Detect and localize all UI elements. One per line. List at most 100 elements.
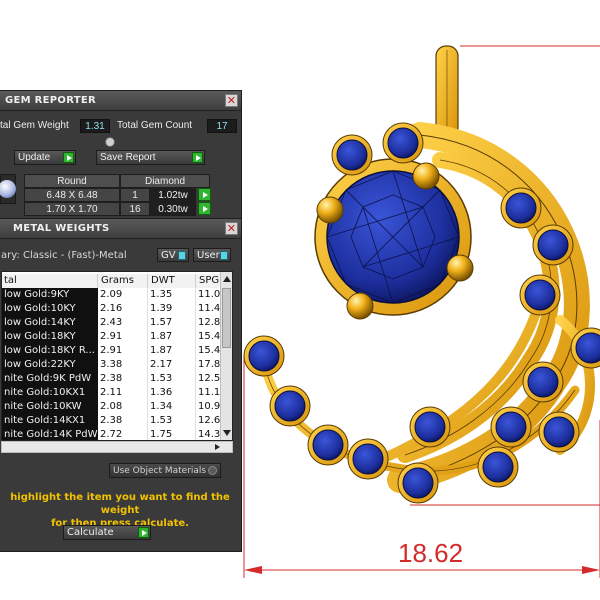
metal-row[interactable]: nite Gold:14KX12.381.5312.61 [2,414,222,428]
close-icon[interactable]: ✕ [225,94,238,107]
metal-cell-name: nite Gold:14K PdW [2,428,98,440]
metal-cell-grams: 2.91 [98,330,148,344]
instruction-line-1: highlight the item you want to find the … [10,492,230,516]
play-icon [192,152,203,163]
col-spg[interactable]: SPG [196,274,222,288]
metal-cell-grams: 2.72 [98,428,148,440]
metal-list[interactable]: tal Grams DWT SPG low Gold:9KY 2.09 1.35 11… [1,271,233,441]
metal-cell-dwt: 1.75 [148,428,196,440]
use-object-materials-label: Use Object Materials [113,465,207,476]
metal-cell-name: nite Gold:14KX1 [2,414,98,428]
metal-cell-grams: 2.91 [98,344,148,358]
total-gem-weight-value: 1.31 [80,119,110,133]
metal-cell-grams: 2.16 [98,302,148,316]
gem-row-count[interactable]: 16 [120,202,150,216]
metal-cell-dwt: 1.39 [148,302,196,316]
gem-col-type: Diamond [120,174,210,188]
metal-cell-spg: 12.61 [196,414,222,428]
gem-reporter-titlebar[interactable]: GEM REPORTER ✕ [0,91,241,111]
width-dimension-label: 18.62 [398,538,464,568]
metal-cell-name: low Gold:18KY [2,330,98,344]
horizontal-scrollbar[interactable] [1,441,233,453]
radio-icon [208,466,217,475]
save-report-button-label: Save Report [100,152,156,163]
center-gem-setting [314,158,474,320]
gv-toggle[interactable]: GV [157,248,189,262]
toggle-indicator-icon [220,251,228,260]
metal-cell-name: low Gold:9KY [2,288,98,302]
metal-cell-grams: 2.09 [98,288,148,302]
metal-cell-spg: 17.89 [196,358,222,372]
metal-weights-titlebar[interactable]: METAL WEIGHTS ✕ [0,219,241,239]
gem-row-weight[interactable]: 1.02tw [150,188,196,202]
metal-list-header: tal Grams DWT SPG [2,274,222,288]
metal-row[interactable]: low Gold:18KY R...2.911.8715.41 [2,344,222,358]
metal-row[interactable]: nite Gold:10KX12.111.3611.18 [2,386,222,400]
metal-cell-dwt: 1.87 [148,330,196,344]
gem-row-count[interactable]: 1 [120,188,150,202]
update-button-label: Update [18,152,51,163]
metal-cell-grams: 3.38 [98,358,148,372]
calculate-button-label: Calculate [67,527,114,538]
metal-row[interactable]: low Gold:10KY2.161.3911.45 [2,302,222,316]
scroll-thumb[interactable] [222,288,231,348]
play-icon [138,527,149,538]
col-metal[interactable]: tal [2,274,98,288]
dimension-arrow-right [582,566,600,574]
gem-reporter-title: GEM REPORTER [5,95,97,106]
close-icon[interactable]: ✕ [225,222,238,235]
gem-thumbnail[interactable] [0,174,16,204]
metal-weights-panel: METAL WEIGHTS ✕ ary: Classic - (Fast)-Me… [0,218,242,552]
splitter-handle[interactable] [105,137,115,147]
scroll-up-icon[interactable] [223,276,231,282]
metal-cell-name: nite Gold:9K PdW [2,372,98,386]
metal-cell-name: low Gold:10KY [2,302,98,316]
metal-cell-grams: 2.11 [98,386,148,400]
metal-row[interactable]: low Gold:9KY2.091.3511.08 [2,288,222,302]
user-toggle[interactable]: User [193,248,231,262]
use-object-materials-toggle[interactable]: Use Object Materials [109,463,221,478]
gem-row-size[interactable]: 1.70 X 1.70 [24,202,120,216]
metal-cell-dwt: 2.17 [148,358,196,372]
metal-cell-dwt: 1.35 [148,288,196,302]
metal-cell-spg: 15.41 [196,330,222,344]
metal-weights-title: METAL WEIGHTS [13,223,110,234]
metal-cell-grams: 2.43 [98,316,148,330]
user-toggle-label: User [197,249,220,261]
gem-row-weight[interactable]: 0.30tw [150,202,196,216]
metal-cell-spg: 11.08 [196,288,222,302]
metal-cell-spg: 10.99 [196,400,222,414]
save-report-button[interactable]: Save Report [96,150,205,165]
metal-cell-spg: 14.37 [196,428,222,440]
play-icon [63,152,74,163]
metal-row[interactable]: nite Gold:9K PdW2.381.5312.59 [2,372,222,386]
col-dwt[interactable]: DWT [148,274,196,288]
gem-row-select-icon[interactable] [198,188,211,201]
metal-cell-dwt: 1.57 [148,316,196,330]
metal-cell-dwt: 1.87 [148,344,196,358]
vertical-scrollbar[interactable] [220,272,232,440]
update-button[interactable]: Update [14,150,76,165]
total-gem-count-value: 17 [207,119,237,133]
metal-cell-dwt: 1.53 [148,414,196,428]
metal-cell-dwt: 1.34 [148,400,196,414]
metal-row[interactable]: nite Gold:14K PdW2.721.7514.37 [2,428,222,440]
metal-row[interactable]: low Gold:14KY2.431.5712.88 [2,316,222,330]
calculate-button[interactable]: Calculate [63,525,151,540]
gem-row-select-icon[interactable] [198,202,211,215]
metal-cell-name: low Gold:18KY R... [2,344,98,358]
col-grams[interactable]: Grams [98,274,148,288]
metal-cell-name: nite Gold:10KX1 [2,386,98,400]
gem-col-shape: Round [24,174,120,188]
metal-cell-grams: 2.38 [98,372,148,386]
metal-row[interactable]: low Gold:18KY2.911.8715.41 [2,330,222,344]
scroll-down-icon[interactable] [223,430,231,436]
metal-cell-name: nite Gold:10KW [2,400,98,414]
dimension-arrow-left [244,566,262,574]
metal-cell-grams: 2.38 [98,414,148,428]
gv-toggle-label: GV [161,249,176,261]
metal-row[interactable]: low Gold:22KY3.382.1717.89 [2,358,222,372]
gem-row-size[interactable]: 6.48 X 6.48 [24,188,120,202]
metal-row[interactable]: nite Gold:10KW2.081.3410.99 [2,400,222,414]
scroll-right-icon[interactable] [215,444,220,450]
